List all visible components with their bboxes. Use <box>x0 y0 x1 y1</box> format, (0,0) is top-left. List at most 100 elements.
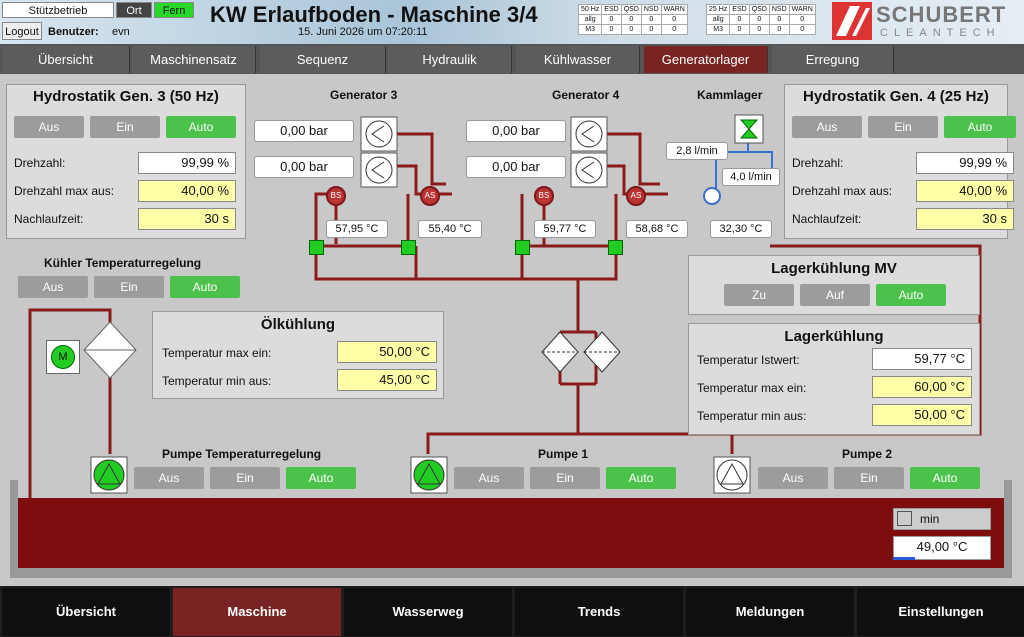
gen4-pressure-2: 0,00 bar <box>466 156 566 178</box>
lkmv-auf-button[interactable]: Auf <box>800 284 870 306</box>
status-cell: allg <box>705 14 731 25</box>
kammlager-flow-2: 4,0 l/min <box>722 168 780 186</box>
hs3-aus-button[interactable]: Aus <box>14 116 84 138</box>
footer-button-1[interactable]: Maschine <box>173 588 341 636</box>
generator4-title: Generator 4 <box>552 88 620 102</box>
status-cell: 0 <box>768 24 790 35</box>
status-cell: 0 <box>788 14 816 25</box>
status-table-25hz: 25 Hz ESD QSD NSD WARN allg 0 0 0 0 M3 0 0 0 0 <box>705 4 816 35</box>
tank-level-bar <box>893 557 915 560</box>
pumpe1-aus-button[interactable]: Aus <box>454 467 524 489</box>
min-checkbox <box>897 511 912 526</box>
oel-max-field[interactable]: 50,00 °C <box>337 341 437 363</box>
hs4-drehzahl-label: Drehzahl: <box>792 156 844 170</box>
gen4-pump-icon <box>570 116 608 188</box>
status-cell: 0 <box>601 14 622 25</box>
status-cell: 0 <box>640 14 662 25</box>
tab-4[interactable]: Kühlwasser <box>516 46 640 73</box>
hs4-ein-button[interactable]: Ein <box>868 116 938 138</box>
status-cell: 0 <box>729 14 750 25</box>
status-header: ESD <box>729 4 750 15</box>
status-header: ESD <box>601 4 622 15</box>
footer-button-2[interactable]: Wasserweg <box>344 588 512 636</box>
tank-body <box>18 498 1004 570</box>
hs4-title: Hydrostatik Gen. 4 (25 Hz) <box>803 88 989 105</box>
pumpe2-ein-button[interactable]: Ein <box>834 467 904 489</box>
gen3-as-icon: AS <box>420 186 440 206</box>
status-cell: 0 <box>788 24 816 35</box>
lkmv-zu-button[interactable]: Zu <box>724 284 794 306</box>
footer-button-0[interactable]: Übersicht <box>2 588 170 636</box>
kuehler-ein-button[interactable]: Ein <box>94 276 164 298</box>
footer-button-5[interactable]: Einstellungen <box>857 588 1024 636</box>
gen4-temp-2: 58,68 °C <box>626 220 688 238</box>
oel-min-field[interactable]: 45,00 °C <box>337 369 437 391</box>
hs4-drehzahl-value: 99,99 % <box>916 152 1014 174</box>
hs3-nachlaufzeit-field[interactable]: 30 s <box>138 208 236 230</box>
lk-max-field[interactable]: 60,00 °C <box>872 376 972 398</box>
hs4-drehzahl-max-label: Drehzahl max aus: <box>792 184 893 198</box>
status-header: NSD <box>768 4 790 15</box>
footer-button-3[interactable]: Trends <box>515 588 683 636</box>
hs3-drehzahl-max-label: Drehzahl max aus: <box>14 184 115 198</box>
tab-6[interactable]: Erregung <box>772 46 894 73</box>
hs3-drehzahl-max-field[interactable]: 40,00 % <box>138 180 236 202</box>
status-header: 50 Hz <box>577 4 603 15</box>
min-label: min <box>920 512 940 526</box>
status-cell: 0 <box>660 14 688 25</box>
status-table-50hz: 50 Hz ESD QSD NSD WARN allg 0 0 0 0 M3 0 0 0 0 <box>577 4 688 35</box>
logo-icon <box>832 2 872 40</box>
tab-5[interactable]: Generatorlager <box>644 46 768 73</box>
hs4-aus-button[interactable]: Aus <box>792 116 862 138</box>
tab-2[interactable]: Sequenz <box>260 46 386 73</box>
tab-0[interactable]: Übersicht <box>2 46 130 73</box>
ptr-ein-button[interactable]: Ein <box>210 467 280 489</box>
status-cell: 0 <box>748 24 770 35</box>
status-cell: 0 <box>768 14 790 25</box>
gen3-pump-icon <box>360 116 398 188</box>
pumpe2-aus-button[interactable]: Aus <box>758 467 828 489</box>
status-cell: 0 <box>640 24 662 35</box>
ptr-aus-button[interactable]: Aus <box>134 467 204 489</box>
logout-button[interactable]: Logout <box>2 22 42 40</box>
user-label: Benutzer: <box>48 26 99 38</box>
kammlager-flow-1: 2,8 l/min <box>666 142 728 160</box>
lk-min-field[interactable]: 50,00 °C <box>872 404 972 426</box>
fern-button[interactable]: Fern <box>154 2 194 18</box>
gen4-valve-2 <box>608 240 623 255</box>
gen3-valve-2 <box>401 240 416 255</box>
oel-max-label: Temperatur max ein: <box>162 346 272 360</box>
logo-text: SCHUBERT <box>876 2 1007 27</box>
kuehler-title: Kühler Temperaturregelung <box>44 256 202 270</box>
hs4-drehzahl-max-field[interactable]: 40,00 % <box>916 180 1014 202</box>
pumpe1-ein-button[interactable]: Ein <box>530 467 600 489</box>
status-cell: 0 <box>620 14 642 25</box>
lkmv-auto-button[interactable]: Auto <box>876 284 946 306</box>
logo-subtext: CLEANTECH <box>880 27 1001 39</box>
footer-button-4[interactable]: Meldungen <box>686 588 854 636</box>
kuehler-auto-button[interactable]: Auto <box>170 276 240 298</box>
oel-min-label: Temperatur min aus: <box>162 374 272 388</box>
hs3-drehzahl-value: 99,99 % <box>138 152 236 174</box>
ort-button[interactable]: Ort <box>116 2 152 18</box>
tab-1[interactable]: Maschinensatz <box>132 46 256 73</box>
generator3-title: Generator 3 <box>330 88 398 102</box>
ptr-auto-button[interactable]: Auto <box>286 467 356 489</box>
oel-title: Ölkühlung <box>260 316 336 333</box>
kuehler-aus-button[interactable]: Aus <box>18 276 88 298</box>
gen4-pressure-1: 0,00 bar <box>466 120 566 142</box>
lk-min-label: Temperatur min aus: <box>697 409 807 423</box>
status-cell: 0 <box>601 24 622 35</box>
status-cell: 0 <box>729 24 750 35</box>
hs4-nachlaufzeit-field[interactable]: 30 s <box>916 208 1014 230</box>
mode-indicator: Stützbetrieb <box>2 2 114 18</box>
hs4-auto-button[interactable]: Auto <box>944 116 1016 138</box>
gen3-bs-icon: BS <box>326 186 346 206</box>
hs3-auto-button[interactable]: Auto <box>166 116 236 138</box>
status-header: QSD <box>748 4 770 15</box>
pumpe1-title: Pumpe 1 <box>538 447 589 461</box>
tab-3[interactable]: Hydraulik <box>388 46 512 73</box>
hs3-ein-button[interactable]: Ein <box>90 116 160 138</box>
pumpe1-auto-button[interactable]: Auto <box>606 467 676 489</box>
pumpe2-auto-button[interactable]: Auto <box>910 467 980 489</box>
